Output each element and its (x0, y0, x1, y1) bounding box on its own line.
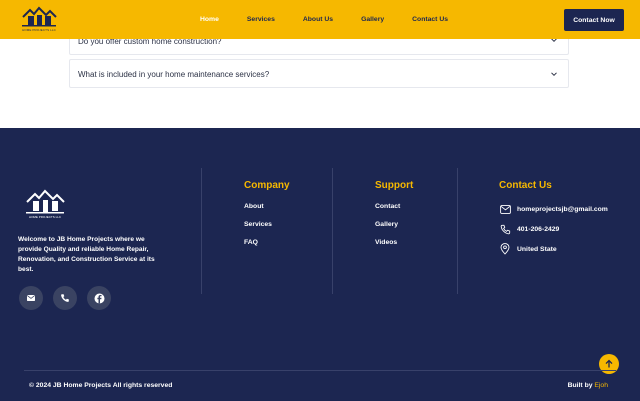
site-header: HOME PROJECTS LLC Home Services About Us… (0, 0, 640, 39)
facebook-icon (94, 293, 104, 303)
footer-link-faq[interactable]: FAQ (244, 239, 290, 246)
site-logo[interactable]: HOME PROJECTS LLC (20, 5, 58, 35)
footer-about-text: Welcome to JB Home Projects where we pro… (18, 236, 155, 273)
mail-social-button[interactable] (19, 286, 43, 310)
contact-email-text: homeprojectsjb@gmail.com (517, 205, 608, 213)
chevron-down-icon (551, 72, 557, 77)
nav-gallery[interactable]: Gallery (361, 16, 384, 23)
phone-icon (61, 294, 69, 302)
arrow-up-icon (605, 359, 613, 368)
logo-house-icon (26, 189, 65, 214)
contact-phone[interactable]: 401-206-2429 (499, 223, 608, 235)
nav-about-us[interactable]: About Us (303, 16, 333, 23)
built-by: Built by Ejoh (568, 382, 608, 389)
footer-logo-text: HOME PROJECTS LLC (28, 215, 62, 219)
mail-icon (499, 203, 511, 215)
contact-now-button[interactable]: Contact Now (564, 9, 624, 31)
site-footer: HOME PROJECTS LLC Welcome to JB Home Pro… (0, 128, 640, 401)
copyright-text: © 2024 JB Home Projects All rights reser… (29, 382, 173, 389)
footer-link-services[interactable]: Services (244, 221, 290, 228)
contact-phone-text: 401-206-2429 (517, 225, 560, 233)
support-heading: Support (375, 180, 414, 191)
faq-item[interactable]: What is included in your home maintenanc… (69, 59, 569, 88)
nav-services[interactable]: Services (247, 16, 275, 23)
contact-email[interactable]: homeprojectsjb@gmail.com (499, 203, 608, 215)
phone-social-button[interactable] (53, 286, 77, 310)
logo-text: HOME PROJECTS LLC (22, 28, 56, 32)
support-column: Support Contact Gallery Videos (375, 180, 413, 257)
nav-contact-us[interactable]: Contact Us (412, 16, 448, 23)
contact-heading: Contact Us (499, 180, 552, 191)
company-heading: Company (244, 180, 290, 191)
footer-divider (201, 168, 202, 294)
phone-icon (499, 223, 511, 235)
footer-link-contact[interactable]: Contact (375, 203, 413, 210)
footer-divider (332, 168, 333, 294)
scroll-to-top-button[interactable] (599, 354, 619, 374)
footer-divider (457, 168, 458, 294)
mail-icon (27, 295, 35, 301)
footer-logo[interactable]: HOME PROJECTS LLC (24, 188, 66, 222)
footer-link-about[interactable]: About (244, 203, 290, 210)
footer-link-gallery[interactable]: Gallery (375, 221, 413, 228)
nav-home[interactable]: Home (200, 16, 219, 23)
facebook-social-button[interactable] (87, 286, 111, 310)
company-column: Company About Services FAQ (244, 180, 290, 257)
built-by-brand-link[interactable]: Ejoh (594, 382, 608, 389)
contact-column: Contact Us homeprojectsjb@gmail.com 401-… (499, 180, 608, 263)
built-by-label: Built by (567, 382, 593, 389)
faq-question: What is included in your home maintenanc… (78, 70, 270, 79)
footer-bottom-divider (24, 370, 616, 371)
main-nav: Home Services About Us Gallery Contact U… (200, 0, 476, 39)
social-links (19, 286, 121, 310)
contact-location-text: United State (517, 245, 557, 253)
contact-location: United State (499, 243, 608, 255)
location-pin-icon (499, 243, 511, 255)
footer-link-videos[interactable]: Videos (375, 239, 413, 246)
logo-house-icon (22, 6, 57, 27)
